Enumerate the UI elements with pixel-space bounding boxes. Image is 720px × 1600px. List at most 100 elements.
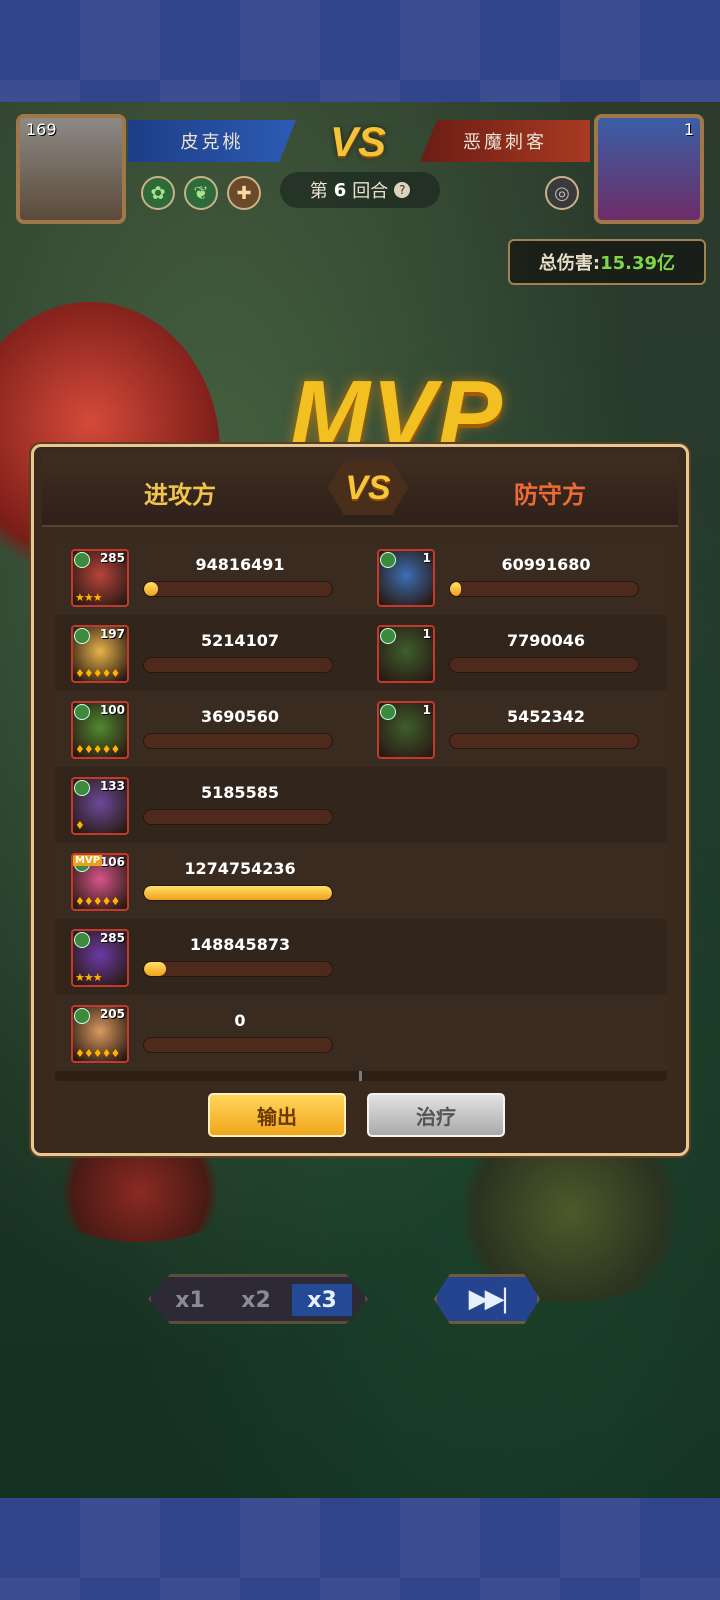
attacker-row: 285 ★★★ 148845873 xyxy=(55,919,361,995)
defender-empty-row xyxy=(361,843,667,919)
damage-value: 0 xyxy=(234,1011,246,1030)
damage-bar xyxy=(143,581,333,597)
damage-table: 285 ★★★ 94816491 197 ♦♦♦♦♦ 5214107 100 ♦♦♦♦♦ 369… xyxy=(55,539,667,1081)
damage-value: 148845873 xyxy=(189,935,291,954)
player-right-level: 1 xyxy=(683,120,694,139)
total-damage-label: 总伤害: xyxy=(538,253,601,274)
player-left-avatar[interactable]: 169 xyxy=(16,114,126,224)
battle-stats-panel: 进攻方 VS 防守方 285 ★★★ 94816491 197 ♦♦♦♦♦ 5214107… xyxy=(31,444,689,1156)
damage-bar-fill xyxy=(144,886,332,900)
hero-level: 100 xyxy=(99,703,125,717)
damage-value: 3690560 xyxy=(201,707,279,726)
hero-type-icon xyxy=(74,704,90,720)
hero-type-icon xyxy=(74,932,90,948)
speed-x3-button[interactable]: x3 xyxy=(292,1284,352,1316)
defender-hero-portrait[interactable]: 1 xyxy=(377,625,435,683)
hero-level: 197 xyxy=(99,627,125,641)
attacker-row: 100 ♦♦♦♦♦ 3690560 xyxy=(55,691,361,767)
skip-button[interactable]: ▶▶| xyxy=(434,1274,540,1324)
attacker-hero-portrait[interactable]: 285 ★★★ xyxy=(71,929,129,987)
defender-empty-row xyxy=(361,995,667,1071)
red-dragon-art xyxy=(40,1142,240,1242)
damage-value: 5214107 xyxy=(201,631,279,650)
speed-x2-button[interactable]: x2 xyxy=(226,1284,286,1316)
player-right-avatar[interactable]: 1 xyxy=(594,114,704,224)
damage-bar xyxy=(449,733,639,749)
hero-level: 285 xyxy=(99,931,125,945)
output-tab-button[interactable]: 输出 xyxy=(208,1093,346,1137)
defender-hero-portrait[interactable]: 1 xyxy=(377,549,435,607)
damage-bar xyxy=(143,657,333,673)
hero-level: 1 xyxy=(422,551,431,565)
hero-star-rating: ★★★ xyxy=(75,971,103,984)
hero-level: 1 xyxy=(422,703,431,717)
attacker-row: 133 ♦ 5185585 xyxy=(55,767,361,843)
attacker-hero-portrait[interactable]: 205 ♦♦♦♦♦ xyxy=(71,1005,129,1063)
damage-bar-fill xyxy=(450,582,462,596)
damage-value: 5185585 xyxy=(201,783,279,802)
hero-level: 205 xyxy=(99,1007,125,1021)
enemy-buff-icon[interactable]: ◎ xyxy=(545,176,579,210)
panel-vs-badge: VS xyxy=(328,461,408,515)
buff-icon[interactable]: ✿ xyxy=(141,176,175,210)
player-left-level: 169 xyxy=(26,120,57,139)
damage-value: 7790046 xyxy=(507,631,585,650)
defender-row: 1 60991680 xyxy=(361,539,667,615)
panel-vs-text: VS xyxy=(345,468,391,507)
player-left-name: 皮克桃 xyxy=(128,120,296,162)
hero-star-rating: ♦♦♦♦♦ xyxy=(75,895,120,908)
defender-row: 1 5452342 xyxy=(361,691,667,767)
bottom-letterbox xyxy=(0,1498,720,1600)
attacker-row: 285 ★★★ 94816491 xyxy=(55,539,361,615)
damage-value: 5452342 xyxy=(507,707,585,726)
hero-star-rating: ♦♦♦♦♦ xyxy=(75,667,120,680)
damage-bar xyxy=(449,657,639,673)
damage-bar xyxy=(143,1037,333,1053)
hero-level: 1 xyxy=(422,627,431,641)
attacker-row: 106 ♦♦♦♦♦ MVP 1274754236 xyxy=(55,843,361,919)
damage-value: 1274754236 xyxy=(184,859,296,878)
damage-bar xyxy=(449,581,639,597)
help-icon[interactable]: ? xyxy=(394,182,411,198)
buff-leaf-icon[interactable]: ❦ xyxy=(184,176,218,210)
defender-empty-row xyxy=(361,767,667,843)
hero-star-rating: ♦ xyxy=(75,819,85,832)
attacker-row: 205 ♦♦♦♦♦ 0 xyxy=(55,995,361,1071)
attacker-hero-portrait[interactable]: 100 ♦♦♦♦♦ xyxy=(71,701,129,759)
speed-x1-button[interactable]: x1 xyxy=(160,1284,220,1316)
attacker-hero-portrait[interactable]: 106 ♦♦♦♦♦ MVP xyxy=(71,853,129,911)
attacker-hero-portrait[interactable]: 133 ♦ xyxy=(71,777,129,835)
defender-title: 防守方 xyxy=(514,481,586,509)
damage-bar xyxy=(143,733,333,749)
damage-value: 60991680 xyxy=(501,555,591,574)
header-vs: VS xyxy=(330,118,387,165)
round-number: 6 xyxy=(333,179,347,201)
hero-type-icon xyxy=(74,780,90,796)
hero-type-icon xyxy=(74,1008,90,1024)
damage-bar-fill xyxy=(144,962,166,976)
mvp-badge: MVP xyxy=(73,855,103,866)
damage-bar xyxy=(143,961,333,977)
hero-level: 106 xyxy=(99,855,125,869)
panel-header: 进攻方 VS 防守方 xyxy=(42,453,678,527)
round-indicator: 第 6 回合 ? xyxy=(280,172,440,208)
damage-value: 94816491 xyxy=(195,555,285,574)
attacker-hero-portrait[interactable]: 197 ♦♦♦♦♦ xyxy=(71,625,129,683)
hero-type-icon xyxy=(380,552,396,568)
hero-star-rating: ★★★ xyxy=(75,591,103,604)
buff-shield-icon[interactable]: ✚ xyxy=(227,176,261,210)
attacker-hero-portrait[interactable]: 285 ★★★ xyxy=(71,549,129,607)
total-damage-value: 15.39亿 xyxy=(600,253,676,274)
hero-star-rating: ♦♦♦♦♦ xyxy=(75,1047,120,1060)
hero-level: 285 xyxy=(99,551,125,565)
defender-empty-row xyxy=(361,919,667,995)
hero-type-icon xyxy=(380,704,396,720)
heal-tab-button[interactable]: 治疗 xyxy=(367,1093,505,1137)
damage-bar-fill xyxy=(144,582,158,596)
defender-hero-portrait[interactable]: 1 xyxy=(377,701,435,759)
defender-row: 1 7790046 xyxy=(361,615,667,691)
damage-bar xyxy=(143,809,333,825)
hero-type-icon xyxy=(74,628,90,644)
attacker-title: 进攻方 xyxy=(144,481,216,509)
total-damage: 总伤害: 15.39亿 xyxy=(508,239,706,285)
